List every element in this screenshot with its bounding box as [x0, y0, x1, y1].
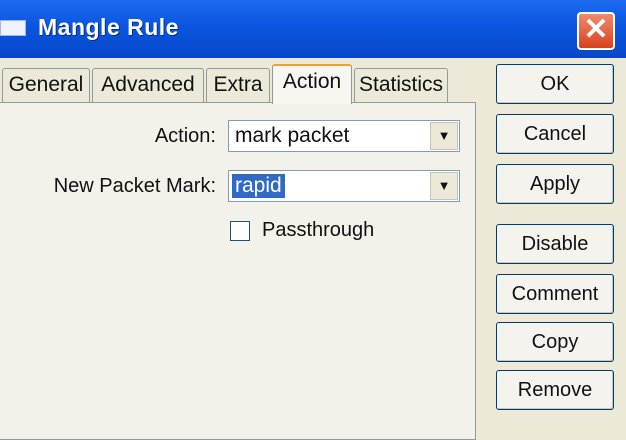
ok-button[interactable]: OK [496, 64, 614, 104]
close-button[interactable]: ✕ [577, 12, 615, 50]
cancel-button[interactable]: Cancel [496, 114, 614, 154]
disable-button[interactable]: Disable [496, 224, 614, 264]
copy-button[interactable]: Copy [496, 322, 614, 362]
action-select[interactable]: mark packet ▼ [228, 120, 460, 152]
apply-button[interactable]: Apply [496, 164, 614, 204]
chevron-down-icon[interactable]: ▼ [430, 172, 458, 200]
window-title: Mangle Rule [38, 14, 179, 40]
action-value: mark packet [235, 124, 350, 147]
title-bar[interactable]: Mangle Rule ✕ [0, 0, 626, 58]
tab-extra[interactable]: Extra [206, 68, 270, 102]
remove-button[interactable]: Remove [496, 370, 614, 410]
comment-button[interactable]: Comment [496, 274, 614, 314]
dialog-body: General Advanced Extra Action Statistics… [0, 58, 626, 440]
packet-mark-label: New Packet Mark: [53, 175, 216, 197]
tab-action[interactable]: Action [272, 64, 352, 104]
passthrough-checkbox[interactable] [230, 221, 250, 241]
packet-mark-value: rapid [232, 174, 285, 198]
packet-mark-select[interactable]: rapid ▼ [228, 170, 460, 202]
chevron-down-icon[interactable]: ▼ [430, 122, 458, 150]
tab-statistics[interactable]: Statistics [354, 68, 448, 102]
passthrough-label[interactable]: Passthrough [262, 219, 374, 242]
window-icon [0, 20, 26, 36]
action-label: Action: [154, 125, 216, 147]
action-tab-panel: Action: mark packet ▼ New Packet Mark: r… [0, 102, 476, 440]
tab-general[interactable]: General [2, 68, 90, 102]
tab-advanced[interactable]: Advanced [92, 68, 204, 102]
